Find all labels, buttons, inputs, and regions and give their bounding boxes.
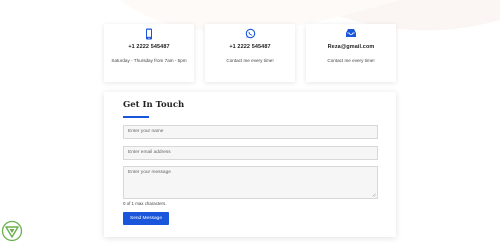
resize-grip-icon[interactable] bbox=[372, 193, 376, 197]
email-input[interactable]: Enter email address bbox=[123, 146, 378, 160]
whatsapp-note: Contact me every time! bbox=[226, 58, 274, 63]
contact-form: Get In Touch Enter your name Enter email… bbox=[104, 92, 396, 237]
message-textarea[interactable]: Enter your message bbox=[123, 166, 378, 199]
title-underline bbox=[123, 116, 149, 118]
mail-inbox-icon bbox=[306, 28, 396, 40]
whatsapp-card: +1 2222 545487 Contact me every time! bbox=[205, 24, 295, 82]
phone-icon bbox=[104, 28, 194, 40]
email-card: Reza@gmail.com Contact me every time! bbox=[306, 24, 396, 82]
whatsapp-icon bbox=[205, 28, 295, 40]
phone-hours: Saturday - Thursday from 7am - 5pm bbox=[111, 58, 187, 63]
whatsapp-number: +1 2222 545487 bbox=[229, 44, 271, 50]
phone-card: +1 2222 545487 Saturday - Thursday from … bbox=[104, 24, 194, 82]
form-title: Get In Touch bbox=[123, 100, 185, 110]
name-input[interactable]: Enter your name bbox=[123, 125, 378, 139]
char-counter: 0 of 1 max characters. bbox=[123, 201, 167, 206]
send-message-button[interactable]: Send Message bbox=[123, 212, 169, 225]
message-placeholder: Enter your message bbox=[128, 170, 171, 175]
email-note: Contact me every time! bbox=[327, 58, 375, 63]
phone-number: +1 2222 545487 bbox=[128, 44, 170, 50]
email-address: Reza@gmail.com bbox=[327, 44, 375, 50]
contact-cards: +1 2222 545487 Saturday - Thursday from … bbox=[104, 24, 396, 82]
site-logo-icon bbox=[1, 220, 23, 242]
